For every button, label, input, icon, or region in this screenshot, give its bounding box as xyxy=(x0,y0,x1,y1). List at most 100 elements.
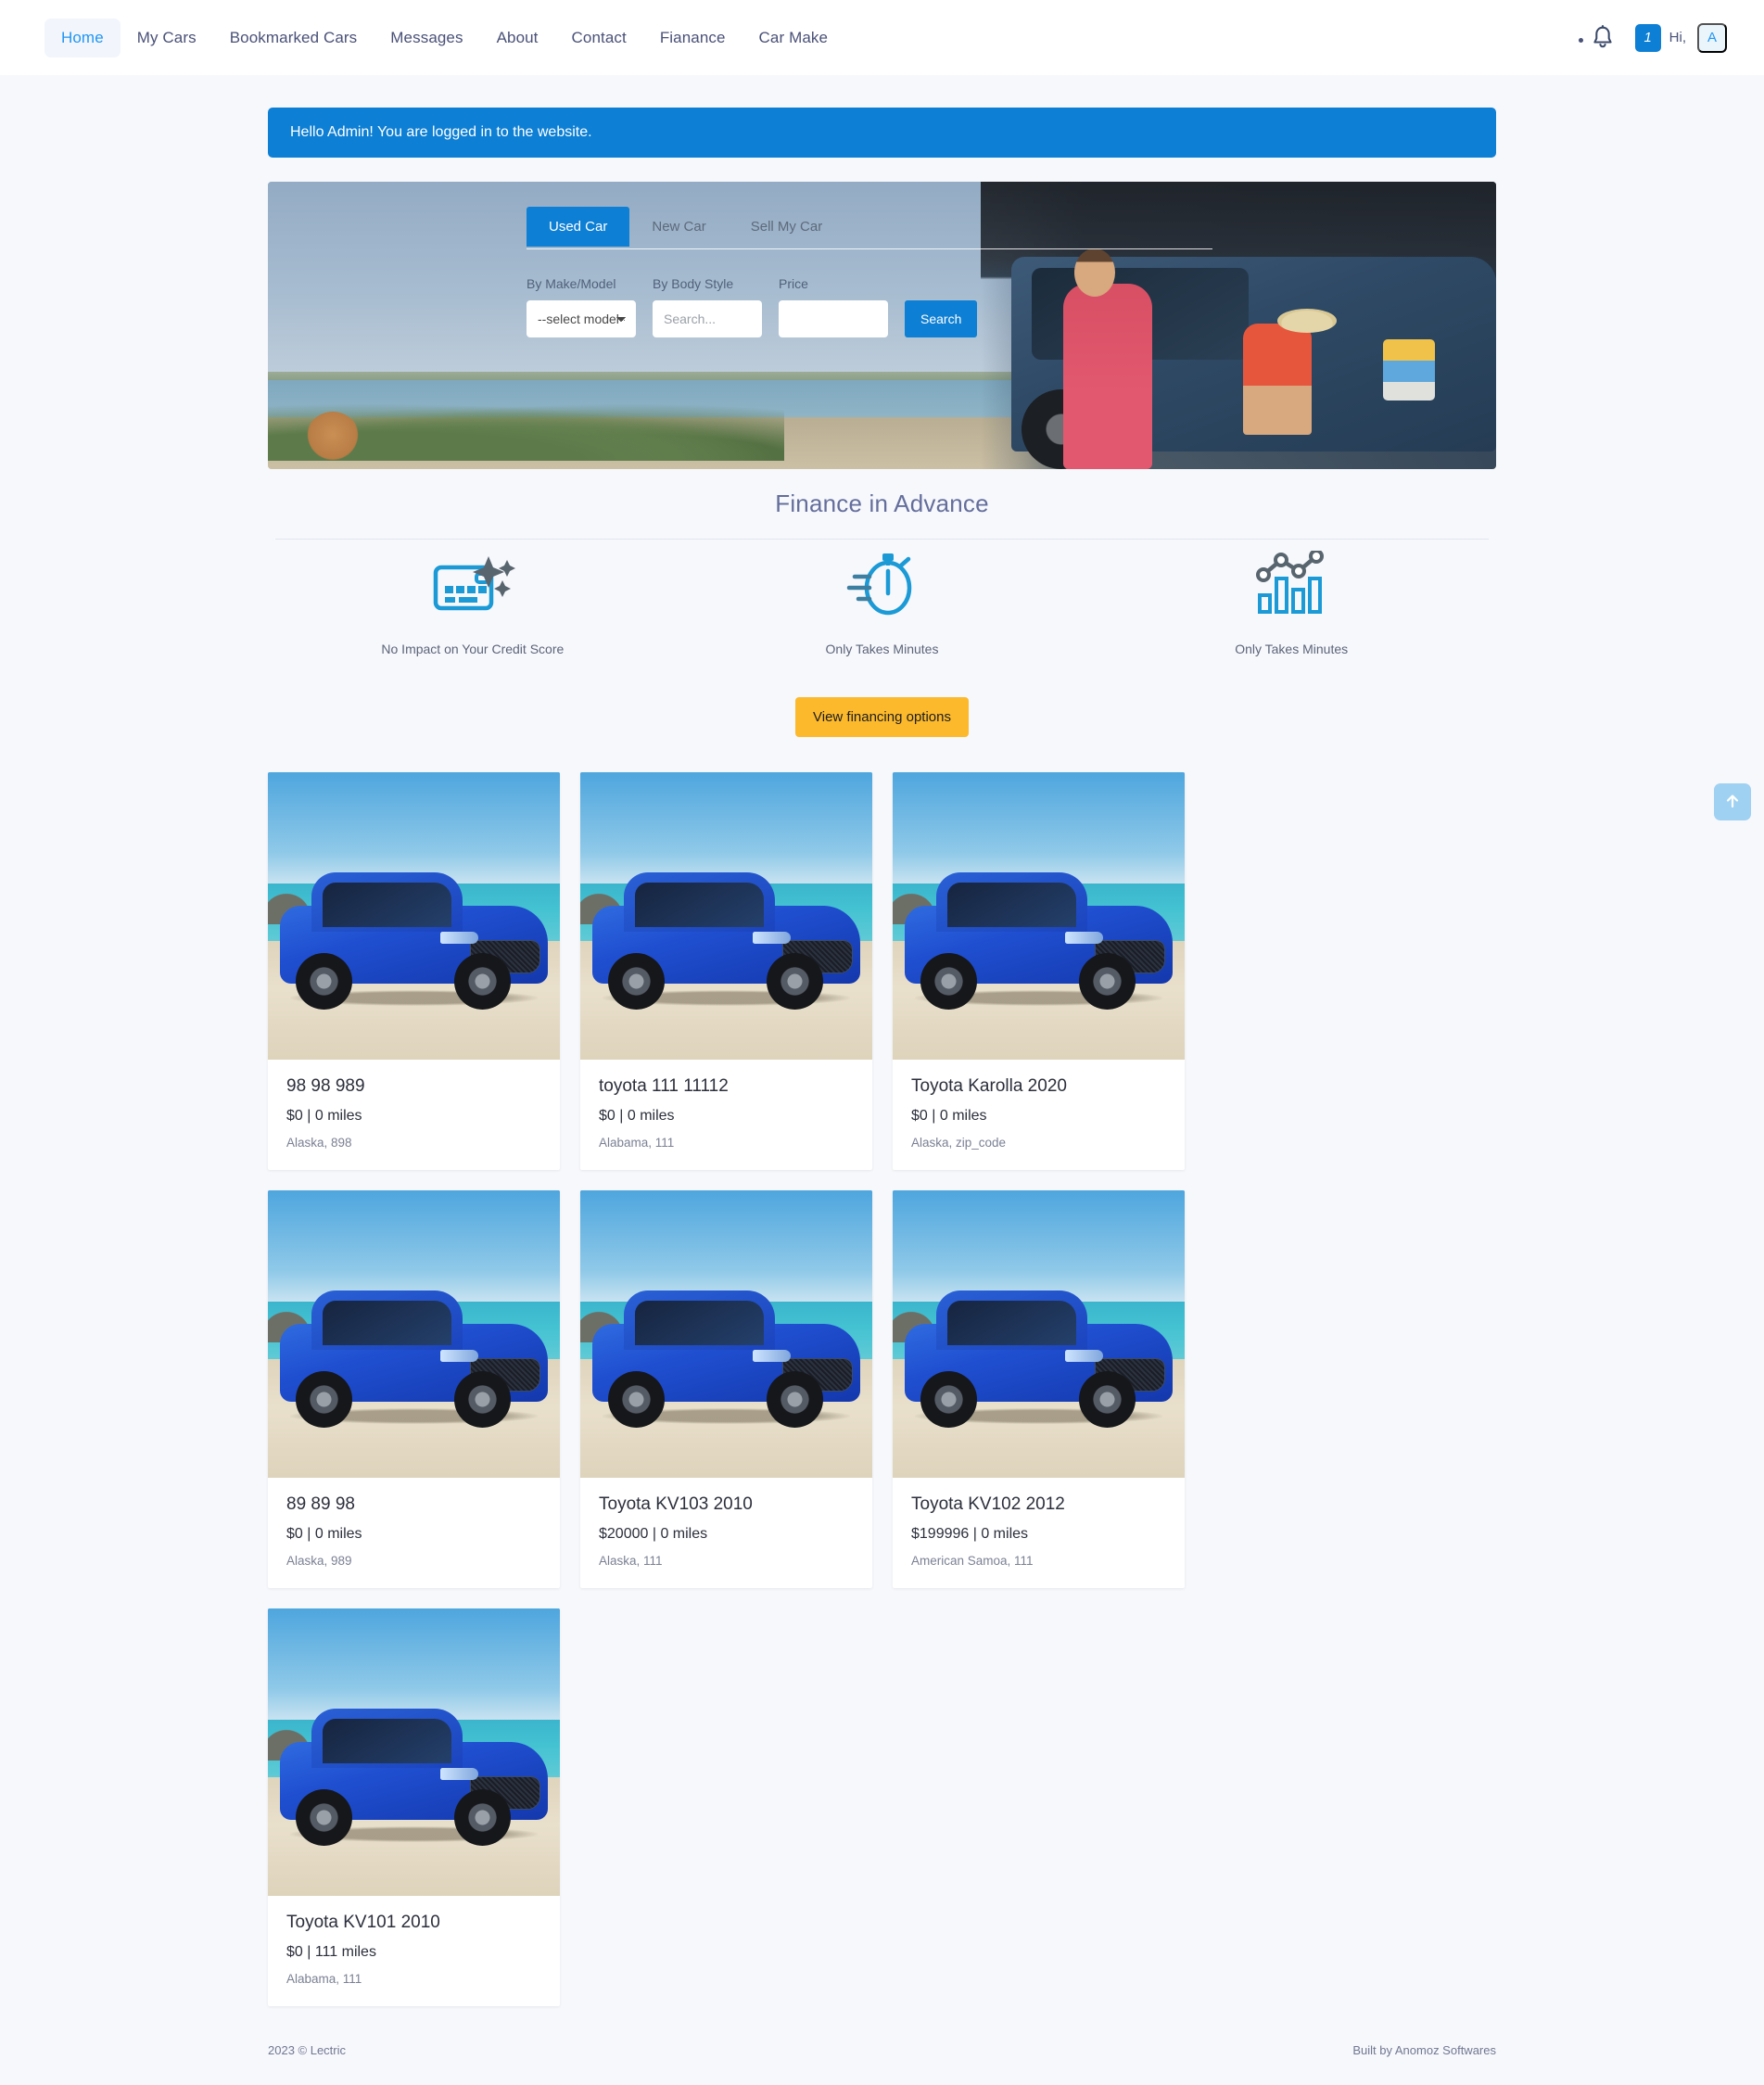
content-container: Hello Admin! You are logged in to the we… xyxy=(268,108,1496,2085)
view-financing-options-button[interactable]: View financing options xyxy=(795,696,969,737)
avatar[interactable]: A xyxy=(1697,22,1727,53)
nav-link-fianance[interactable]: Fianance xyxy=(643,19,742,57)
nav-link-messages[interactable]: Messages xyxy=(374,19,479,57)
page-content: Hello Admin! You are logged in to the we… xyxy=(0,108,1764,2085)
listing-card[interactable]: Toyota KV103 2010 $20000 | 0 miles Alask… xyxy=(580,1189,872,1588)
listing-photo xyxy=(893,771,1185,1060)
listing-title: toyota 111 11112 xyxy=(599,1075,729,1096)
price-field-group: Price xyxy=(779,276,888,337)
tabs-divider xyxy=(527,248,1212,249)
car-listings-grid: 98 98 989 $0 | 0 miles Alaska, 898 toyot… xyxy=(268,771,1496,2006)
listing-location: Alaska, 898 xyxy=(286,1135,352,1150)
nav-link-my-cars[interactable]: My Cars xyxy=(121,19,213,57)
listing-details: Toyota KV101 2010 $0 | 111 miles Alabama… xyxy=(268,1896,560,2006)
listing-price-miles: $199996 | 0 miles xyxy=(911,1525,1029,1542)
make-model-field-group: By Make/Model --select model-- xyxy=(527,276,636,337)
listing-price-miles: $0 | 0 miles xyxy=(286,1107,362,1124)
make-model-label: By Make/Model xyxy=(527,276,616,291)
body-style-input[interactable] xyxy=(653,300,762,337)
nav-link-bookmarked-cars[interactable]: Bookmarked Cars xyxy=(213,19,374,57)
make-model-select[interactable]: --select model-- xyxy=(527,300,636,337)
listing-location: Alabama, 111 xyxy=(599,1135,675,1150)
listing-card[interactable]: Toyota Karolla 2020 $0 | 0 miles Alaska,… xyxy=(893,771,1185,1170)
bar-chart-line-icon xyxy=(1249,550,1334,617)
finance-feature-minutes-1: Only Takes Minutes xyxy=(678,551,1087,656)
tab-sell-my-car[interactable]: Sell My Car xyxy=(729,207,845,247)
listing-details: Toyota KV103 2010 $20000 | 0 miles Alask… xyxy=(580,1478,872,1588)
listing-location: Alaska, 111 xyxy=(599,1553,663,1568)
listing-details: Toyota Karolla 2020 $0 | 0 miles Alaska,… xyxy=(893,1060,1185,1170)
listing-photo xyxy=(268,1189,560,1478)
listing-photo xyxy=(268,771,560,1060)
listing-price-miles: $20000 | 0 miles xyxy=(599,1525,708,1542)
finance-divider xyxy=(275,538,1489,540)
listing-details: Toyota KV102 2012 $199996 | 0 miles Amer… xyxy=(893,1478,1185,1588)
page-footer: 2023 © Lectric Built by Anomoz Softwares xyxy=(268,2043,1496,2085)
login-alert-banner: Hello Admin! You are logged in to the we… xyxy=(268,108,1496,158)
credit-card-sparkle-icon xyxy=(430,551,515,617)
listing-details: 89 89 98 $0 | 0 miles Alaska, 989 xyxy=(268,1478,560,1588)
notifications-button[interactable] xyxy=(1578,24,1622,51)
nav-link-car-make[interactable]: Car Make xyxy=(742,19,845,57)
tab-new-car[interactable]: New Car xyxy=(629,207,728,247)
body-style-label: By Body Style xyxy=(653,276,734,291)
price-label: Price xyxy=(779,276,808,291)
finance-features-row: No Impact on Your Credit Score Only Take… xyxy=(268,550,1496,656)
listing-location: American Samoa, 111 xyxy=(911,1553,1034,1568)
listing-photo xyxy=(580,771,872,1060)
message-count-badge[interactable]: 1 xyxy=(1634,23,1661,52)
search-button[interactable]: Search xyxy=(905,300,978,337)
finance-feature-caption: No Impact on Your Credit Score xyxy=(381,641,565,656)
nav-link-about[interactable]: About xyxy=(480,19,555,57)
finance-feature-minutes-2: Only Takes Minutes xyxy=(1086,550,1496,656)
search-type-tabs: Used Car New Car Sell My Car xyxy=(527,207,844,247)
scroll-to-top-button[interactable] xyxy=(1714,783,1751,820)
finance-cta-wrapper: View financing options xyxy=(268,696,1496,737)
listing-card[interactable]: 89 89 98 $0 | 0 miles Alaska, 989 xyxy=(268,1189,560,1588)
listing-location: Alaska, 989 xyxy=(286,1553,352,1568)
finance-section-title: Finance in Advance xyxy=(775,489,989,517)
listing-card[interactable]: Toyota KV102 2012 $199996 | 0 miles Amer… xyxy=(893,1189,1185,1588)
listing-location: Alaska, zip_code xyxy=(911,1135,1007,1150)
listing-photo xyxy=(893,1189,1185,1478)
listing-title: Toyota KV103 2010 xyxy=(599,1494,753,1514)
hero-search-overlay: Used Car New Car Sell My Car By Make/Mod… xyxy=(268,182,1496,469)
finance-feature-caption: Only Takes Minutes xyxy=(1235,641,1349,656)
price-input[interactable] xyxy=(779,300,888,337)
listing-location: Alabama, 111 xyxy=(286,1971,362,1986)
notification-dot-icon xyxy=(1578,38,1583,43)
listing-details: 98 98 989 $0 | 0 miles Alaska, 898 xyxy=(268,1060,560,1170)
footer-credit: Built by Anomoz Softwares xyxy=(1352,2042,1496,2057)
listing-price-miles: $0 | 0 miles xyxy=(286,1525,362,1542)
bell-icon xyxy=(1591,24,1615,51)
nav-link-contact[interactable]: Contact xyxy=(555,19,643,57)
listing-title: 98 98 989 xyxy=(286,1075,365,1096)
body-style-field-group: By Body Style xyxy=(653,276,762,337)
listing-photo xyxy=(268,1608,560,1896)
listing-card[interactable]: 98 98 989 $0 | 0 miles Alaska, 898 xyxy=(268,771,560,1170)
listing-photo xyxy=(580,1189,872,1478)
listing-price-miles: $0 | 0 miles xyxy=(599,1107,675,1124)
stopwatch-icon xyxy=(840,551,925,617)
footer-copyright: 2023 © Lectric xyxy=(268,2042,347,2057)
listing-details: toyota 111 11112 $0 | 0 miles Alabama, 1… xyxy=(580,1060,872,1170)
listing-title: Toyota KV102 2012 xyxy=(911,1494,1065,1514)
listing-card[interactable]: Toyota KV101 2010 $0 | 111 miles Alabama… xyxy=(268,1608,560,2006)
listing-card[interactable]: toyota 111 11112 $0 | 0 miles Alabama, 1… xyxy=(580,771,872,1170)
nav-link-home[interactable]: Home xyxy=(44,18,121,57)
greeting-text: Hi, xyxy=(1669,30,1686,45)
listing-price-miles: $0 | 111 miles xyxy=(286,1943,376,1960)
main-nav: Home My Cars Bookmarked Cars Messages Ab… xyxy=(44,18,845,57)
tab-used-car[interactable]: Used Car xyxy=(527,207,630,247)
listing-title: Toyota KV101 2010 xyxy=(286,1912,440,1932)
arrow-up-icon xyxy=(1724,793,1741,812)
car-search-form: By Make/Model --select model-- By Body S… xyxy=(527,276,978,337)
finance-feature-credit-score: No Impact on Your Credit Score xyxy=(268,551,678,656)
listing-title: 89 89 98 xyxy=(286,1494,355,1514)
top-navbar: Home My Cars Bookmarked Cars Messages Ab… xyxy=(0,0,1764,75)
listing-price-miles: $0 | 0 miles xyxy=(911,1107,987,1124)
navbar-actions: 1 Hi, A xyxy=(1578,22,1727,53)
hero-search-section: Used Car New Car Sell My Car By Make/Mod… xyxy=(268,182,1496,469)
listing-title: Toyota Karolla 2020 xyxy=(911,1075,1067,1096)
finance-feature-caption: Only Takes Minutes xyxy=(825,641,939,656)
